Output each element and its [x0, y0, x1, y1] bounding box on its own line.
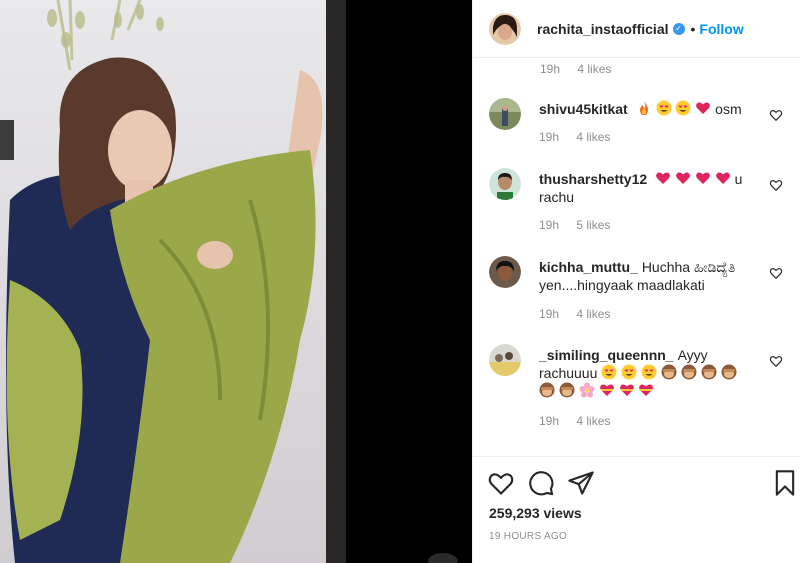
- comment-time: 19h: [540, 62, 561, 76]
- red-heart-emoji-icon: [696, 102, 711, 114]
- comment-meta: 19h 4 likes: [539, 130, 624, 144]
- heart-ribbon-emoji-icon: [599, 384, 614, 396]
- post-sidebar: rachita_instaofficial ✓ • Follow 19h 4 l…: [472, 0, 800, 563]
- view-count[interactable]: 259,293 views: [489, 505, 582, 521]
- heart-eyes-emoji-icon: [641, 364, 657, 380]
- red-heart-emoji-icon: [656, 172, 670, 184]
- bookmark-icon[interactable]: [771, 469, 799, 497]
- red-heart-emoji-icon: [676, 172, 690, 184]
- comment-likes[interactable]: 5 likes: [576, 218, 610, 232]
- header-separator: •: [690, 20, 696, 37]
- post-actions: 259,293 views 19 HOURS AGO: [473, 456, 800, 563]
- media-letterbox: [346, 0, 472, 563]
- comment-likes[interactable]: 4 likes: [576, 307, 610, 321]
- post-header: rachita_instaofficial ✓ • Follow: [473, 0, 800, 58]
- comment-time: 19h: [539, 218, 560, 232]
- commenter-username[interactable]: shivu45kitkat: [539, 101, 628, 117]
- heart-eyes-emoji-icon: [621, 364, 637, 380]
- see-no-evil-monkey-emoji-icon: [661, 364, 677, 380]
- see-no-evil-monkey-emoji-icon: [721, 364, 737, 380]
- follow-button[interactable]: Follow: [699, 21, 743, 37]
- heart-eyes-emoji-icon: [601, 364, 617, 380]
- comment-time: 19h: [539, 307, 560, 321]
- comment-likes[interactable]: 4 likes: [576, 414, 610, 428]
- comment-meta: 19h 4 likes: [539, 414, 624, 428]
- commenter-username[interactable]: _similing_queennn_: [539, 347, 674, 363]
- comment-text: osm: [715, 101, 742, 117]
- comment-like-heart-icon[interactable]: [769, 178, 783, 192]
- see-no-evil-monkey-emoji-icon: [559, 382, 575, 398]
- comments-list[interactable]: 19h 4 likes shivu45kitkat osm 19h 4 like…: [473, 58, 800, 463]
- see-no-evil-monkey-emoji-icon: [681, 364, 697, 380]
- comment-time: 19h: [539, 130, 560, 144]
- heart-eyes-emoji-icon: [656, 100, 671, 116]
- video-frame-illustration: [0, 0, 346, 563]
- post-timestamp[interactable]: 19 HOURS AGO: [489, 531, 567, 542]
- heart-ribbon-emoji-icon: [619, 384, 634, 396]
- carousel-indicator: [428, 553, 458, 563]
- see-no-evil-monkey-emoji-icon: [539, 382, 555, 398]
- red-heart-emoji-icon: [715, 172, 730, 184]
- heart-eyes-emoji-icon: [675, 100, 691, 116]
- see-no-evil-monkey-emoji-icon: [701, 364, 717, 380]
- comment-likes[interactable]: 4 likes: [577, 62, 611, 76]
- partial-comment-meta: 19h 4 likes: [540, 62, 625, 76]
- commenter-avatar[interactable]: [489, 168, 521, 200]
- comment-emoji-row: [632, 100, 715, 117]
- comment-emoji-row: [651, 171, 734, 187]
- post-media-video[interactable]: [0, 0, 346, 563]
- commenter-username[interactable]: thusharshetty12: [539, 171, 647, 187]
- author-username[interactable]: rachita_instaofficial: [537, 21, 669, 37]
- red-heart-emoji-icon: [695, 172, 710, 184]
- comment-likes[interactable]: 4 likes: [576, 130, 610, 144]
- share-icon[interactable]: [567, 469, 595, 497]
- comment-like-heart-icon[interactable]: [769, 266, 783, 280]
- commenter-avatar[interactable]: [489, 344, 521, 376]
- fire-emoji-icon: [639, 101, 648, 115]
- author-avatar[interactable]: [489, 12, 521, 45]
- verified-badge-icon: ✓: [672, 22, 685, 35]
- commenter-username[interactable]: kichha_muttu_: [539, 259, 638, 275]
- comment-icon[interactable]: [527, 469, 555, 497]
- heart-icon[interactable]: [487, 469, 515, 497]
- comment-meta: 19h 4 likes: [539, 307, 624, 321]
- cherry-blossom-emoji-icon: [579, 382, 595, 398]
- comment-meta: 19h 5 likes: [539, 218, 624, 232]
- comment-like-heart-icon[interactable]: [769, 108, 783, 122]
- comment-time: 19h: [539, 414, 560, 428]
- heart-ribbon-emoji-icon: [639, 384, 654, 396]
- comment-like-heart-icon[interactable]: [769, 354, 783, 368]
- commenter-avatar[interactable]: [489, 98, 521, 130]
- commenter-avatar[interactable]: [489, 256, 521, 288]
